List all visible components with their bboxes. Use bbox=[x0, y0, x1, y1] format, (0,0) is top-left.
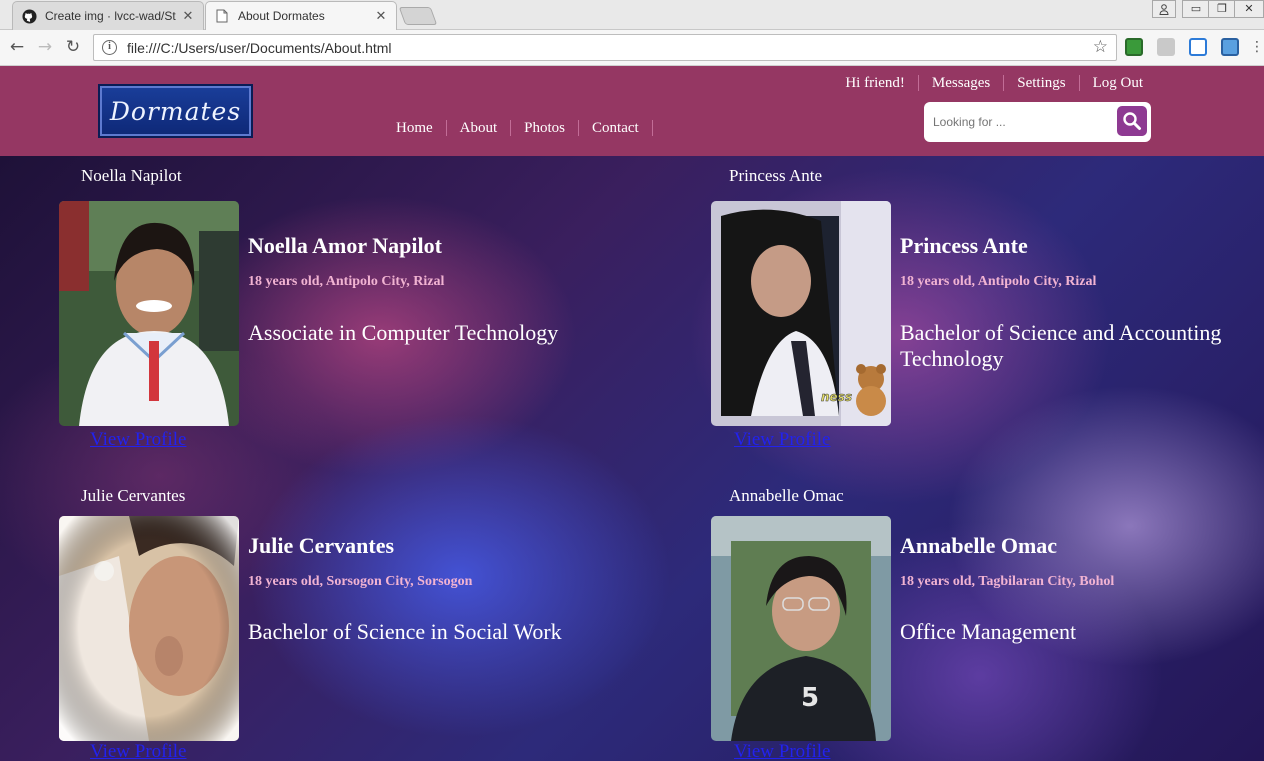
profile-photo[interactable]: ness bbox=[711, 201, 891, 426]
search-button[interactable] bbox=[1117, 106, 1147, 136]
profile-full-name: Noella Amor Napilot bbox=[248, 233, 442, 258]
profile-full-name: Annabelle Omac bbox=[900, 533, 1058, 558]
profile-details: 18 years old, Antipolo City, Rizal bbox=[900, 274, 1097, 289]
nav-contact[interactable]: Contact bbox=[579, 120, 653, 136]
reload-icon[interactable]: ↻ bbox=[61, 36, 85, 60]
top-user-nav: Hi friend! Messages Settings Log Out bbox=[832, 75, 1143, 91]
profile-label: Noella Napilot bbox=[81, 166, 182, 185]
info-icon[interactable]: i bbox=[102, 40, 117, 55]
profile-label: Princess Ante bbox=[729, 166, 823, 185]
profile-photo[interactable] bbox=[59, 516, 239, 741]
page-icon bbox=[214, 8, 230, 24]
browser-tab-github[interactable]: Create img · lvcc-wad/St ✕ bbox=[12, 1, 204, 30]
url-text: file:///C:/Users/user/Documents/About.ht… bbox=[127, 39, 392, 56]
profile-course: Bachelor of Science and Accounting Techn… bbox=[900, 320, 1222, 371]
close-tab-icon[interactable]: ✕ bbox=[374, 8, 388, 24]
browser-tab-strip: Create img · lvcc-wad/St ✕ About Dormate… bbox=[0, 0, 1264, 30]
back-arrow-icon[interactable]: ← bbox=[5, 36, 29, 60]
view-profile-link[interactable]: View Profile bbox=[90, 741, 186, 761]
search-box bbox=[924, 102, 1151, 142]
profile-label: Annabelle Omac bbox=[729, 486, 844, 505]
restore-icon[interactable]: ❐ bbox=[1208, 0, 1236, 18]
tab-title: Create img · lvcc-wad/St bbox=[45, 9, 176, 23]
greeting-link[interactable]: Hi friend! bbox=[832, 75, 919, 91]
browser-toolbar: ← → ↻ i file:///C:/Users/user/Documents/… bbox=[0, 30, 1264, 66]
logout-link[interactable]: Log Out bbox=[1080, 75, 1143, 91]
dormates-logo[interactable]: Dormates bbox=[98, 84, 253, 138]
forward-arrow-icon[interactable]: → bbox=[33, 36, 57, 60]
svg-text:5: 5 bbox=[801, 683, 819, 713]
view-profile-link[interactable]: View Profile bbox=[90, 429, 186, 451]
new-tab-button[interactable] bbox=[398, 7, 438, 25]
close-window-icon[interactable]: ✕ bbox=[1234, 0, 1264, 18]
site-header: Dormates Hi friend! Messages Settings Lo… bbox=[0, 66, 1264, 156]
minimize-icon[interactable]: ▭ bbox=[1182, 0, 1210, 18]
profile-full-name: Julie Cervantes bbox=[248, 533, 395, 558]
profile-course: Bachelor of Science in Social Work bbox=[248, 619, 562, 644]
menu-dots-icon[interactable]: ⋮ bbox=[1250, 36, 1264, 60]
extension-cast-icon[interactable] bbox=[1221, 38, 1239, 56]
extension-blue-icon[interactable] bbox=[1189, 38, 1207, 56]
nav-about[interactable]: About bbox=[447, 120, 512, 136]
search-input[interactable] bbox=[933, 110, 1113, 134]
logo-text: Dormates bbox=[109, 96, 242, 126]
photo-overlay-text: ness bbox=[821, 390, 852, 404]
profile-course: Associate in Computer Technology bbox=[248, 320, 559, 345]
view-profile-link[interactable]: View Profile bbox=[734, 741, 830, 761]
extension-puzzle-icon[interactable] bbox=[1157, 38, 1175, 56]
profile-details: 18 years old, Sorsogon City, Sorsogon bbox=[248, 574, 473, 589]
profile-details: 18 years old, Tagbilaran City, Bohol bbox=[900, 574, 1115, 589]
search-icon bbox=[1123, 112, 1141, 130]
github-icon bbox=[21, 8, 37, 24]
view-profile-link[interactable]: View Profile bbox=[734, 429, 830, 451]
main-nav: Home About Photos Contact bbox=[383, 120, 653, 136]
profile-icon[interactable] bbox=[1152, 0, 1176, 18]
profile-photo[interactable]: 5 bbox=[711, 516, 891, 741]
profile-details: 18 years old, Antipolo City, Rizal bbox=[248, 274, 445, 289]
profile-photo[interactable] bbox=[59, 201, 239, 426]
extension-green-icon[interactable] bbox=[1125, 38, 1143, 56]
bookmark-star-icon[interactable]: ☆ bbox=[1093, 37, 1108, 57]
profiles-section: Noella Napilot Noella Amor Napilot 18 ye… bbox=[0, 156, 1264, 761]
profile-label: Julie Cervantes bbox=[81, 486, 186, 505]
tab-title: About Dormates bbox=[238, 9, 325, 23]
address-bar[interactable]: i file:///C:/Users/user/Documents/About.… bbox=[93, 34, 1117, 61]
profile-full-name: Princess Ante bbox=[900, 233, 1028, 258]
close-tab-icon[interactable]: ✕ bbox=[181, 8, 195, 24]
nav-photos[interactable]: Photos bbox=[511, 120, 580, 136]
browser-tab-active[interactable]: About Dormates ✕ bbox=[205, 1, 397, 30]
profile-course: Office Management bbox=[900, 619, 1077, 644]
settings-link[interactable]: Settings bbox=[1004, 75, 1080, 91]
messages-link[interactable]: Messages bbox=[919, 75, 1005, 91]
nav-home[interactable]: Home bbox=[383, 120, 447, 136]
